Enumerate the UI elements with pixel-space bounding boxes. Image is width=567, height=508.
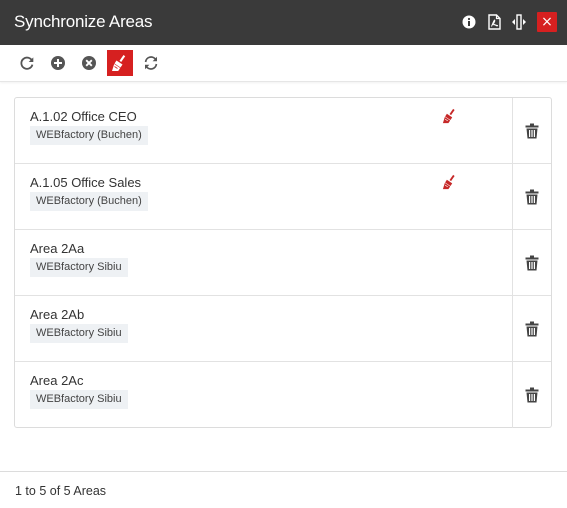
remove-circle-icon <box>82 56 96 70</box>
add-circle-icon <box>51 56 65 70</box>
toolbar <box>0 45 567 82</box>
delete-area-button[interactable] <box>513 296 551 361</box>
resize-horizontal-icon[interactable] <box>508 11 530 33</box>
footer: 1 to 5 of 5 Areas <box>0 472 567 508</box>
area-tag: WEBfactory Sibiu <box>30 324 128 343</box>
list-item: Area 2Aa WEBfactory Sibiu <box>15 230 551 296</box>
list-item: Area 2Ab WEBfactory Sibiu <box>15 296 551 362</box>
window-titlebar: Synchronize Areas × <box>0 0 567 45</box>
area-name: A.1.05 Office Sales <box>30 175 142 190</box>
area-name: Area 2Ac <box>30 373 84 388</box>
area-list: A.1.02 Office CEO WEBfactory (Buchen) A.… <box>14 97 552 428</box>
trash-icon <box>525 255 539 270</box>
delete-area-button[interactable] <box>513 230 551 295</box>
sync-icon <box>144 56 158 70</box>
area-item-select[interactable]: A.1.05 Office Sales WEBfactory (Buchen) <box>15 164 513 229</box>
remove-area-button[interactable] <box>77 51 101 75</box>
trash-icon <box>525 321 539 336</box>
trash-icon <box>525 123 539 138</box>
area-name: A.1.02 Office CEO <box>30 109 137 124</box>
window-title: Synchronize Areas <box>14 12 153 31</box>
delete-area-button[interactable] <box>513 164 551 229</box>
close-button[interactable]: × <box>537 12 557 32</box>
area-item-select[interactable]: Area 2Ac WEBfactory Sibiu <box>15 362 513 428</box>
pagination-summary: 1 to 5 of 5 Areas <box>15 484 107 498</box>
list-item: A.1.05 Office Sales WEBfactory (Buchen) <box>15 164 551 230</box>
window-header-actions: × <box>455 11 557 33</box>
broom-icon <box>112 55 126 71</box>
refresh-button[interactable] <box>15 51 39 75</box>
trash-icon <box>525 387 539 403</box>
broom-icon <box>442 174 455 190</box>
area-item-select[interactable]: A.1.02 Office CEO WEBfactory (Buchen) <box>15 98 513 163</box>
area-name: Area 2Ab <box>30 307 85 322</box>
area-tag: WEBfactory (Buchen) <box>30 192 148 211</box>
pdf-icon[interactable] <box>483 11 505 33</box>
sync-button[interactable] <box>139 51 163 75</box>
refresh-icon <box>20 56 34 70</box>
broom-icon <box>442 108 455 124</box>
area-tag: WEBfactory Sibiu <box>30 258 128 277</box>
delete-area-button[interactable] <box>513 362 551 428</box>
delete-area-button[interactable] <box>513 98 551 163</box>
clean-button[interactable] <box>107 50 133 76</box>
area-tag: WEBfactory (Buchen) <box>30 126 148 145</box>
close-icon: × <box>541 14 553 30</box>
list-item: Area 2Ac WEBfactory Sibiu <box>15 362 551 428</box>
list-item: A.1.02 Office CEO WEBfactory (Buchen) <box>15 98 551 164</box>
trash-icon <box>525 189 539 204</box>
add-area-button[interactable] <box>46 51 70 75</box>
info-icon[interactable] <box>458 11 480 33</box>
area-item-select[interactable]: Area 2Ab WEBfactory Sibiu <box>15 296 513 361</box>
area-item-select[interactable]: Area 2Aa WEBfactory Sibiu <box>15 230 513 295</box>
area-name: Area 2Aa <box>30 241 85 256</box>
area-tag: WEBfactory Sibiu <box>30 390 128 409</box>
